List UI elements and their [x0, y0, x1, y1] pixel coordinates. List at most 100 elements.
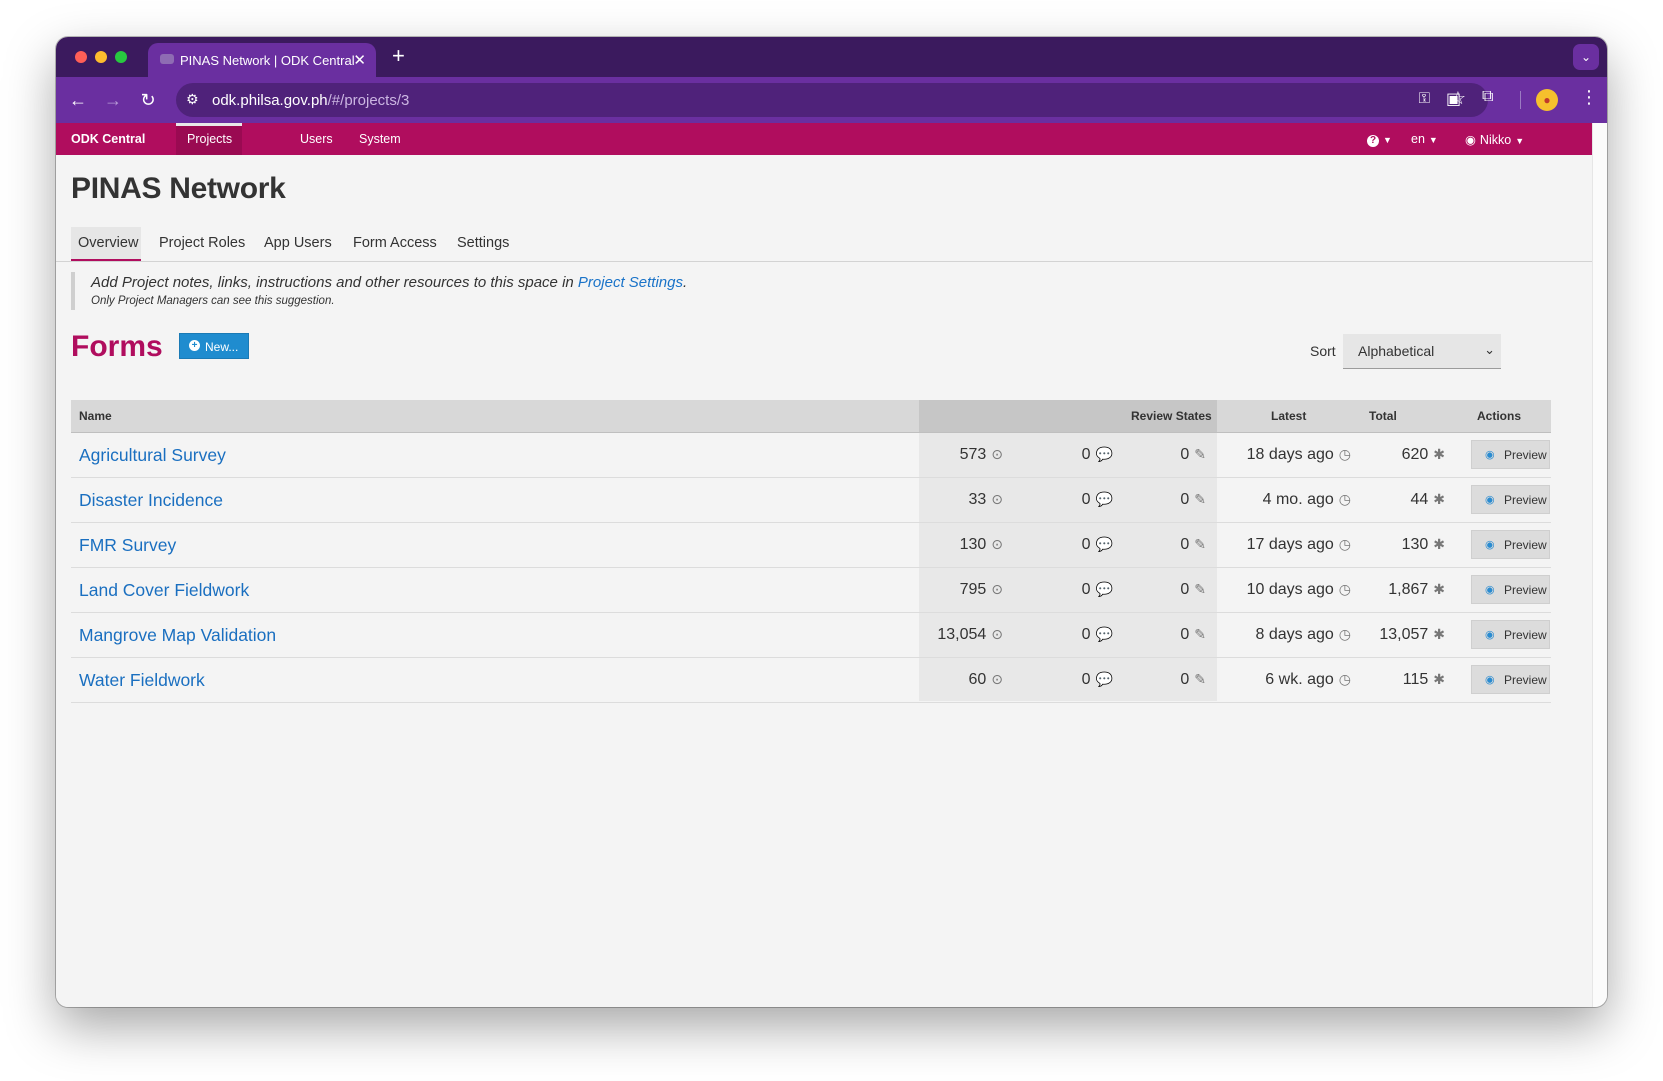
- preview-button[interactable]: ◉ Preview: [1471, 440, 1550, 469]
- form-name-link[interactable]: Disaster Incidence: [79, 490, 223, 511]
- cell-value: 4 mo. ago: [1262, 491, 1334, 508]
- comments-count: 0 💬: [1082, 671, 1113, 689]
- page-scrollbar[interactable]: [1592, 123, 1607, 1007]
- comments-icon: 💬: [1095, 671, 1113, 687]
- reload-icon[interactable]: ↻: [136, 88, 160, 112]
- form-name-link[interactable]: Agricultural Survey: [79, 445, 226, 466]
- language-label: en: [1411, 132, 1425, 146]
- sort-select[interactable]: Alphabetical ⌄: [1343, 334, 1501, 369]
- total-count: 620 ✱: [1402, 446, 1445, 464]
- nav-projects[interactable]: Projects: [176, 123, 242, 155]
- received-count: 33 ⊙: [968, 491, 1003, 509]
- comments-icon: 💬: [1095, 536, 1113, 552]
- tab-form-access[interactable]: Form Access: [345, 227, 440, 259]
- comments-icon: 💬: [1095, 491, 1113, 507]
- key-icon[interactable]: ⚿: [1419, 90, 1430, 107]
- cell-value: 13,057: [1379, 626, 1429, 643]
- eye-icon: ◉: [1485, 584, 1495, 596]
- more-icon[interactable]: ⋮: [1580, 87, 1598, 108]
- pencil-icon: ✎: [1194, 536, 1206, 552]
- user-icon: ◉: [1465, 133, 1476, 147]
- cell-value: 573: [959, 446, 987, 463]
- total-count: 130 ✱: [1402, 536, 1445, 554]
- sort-label: Sort: [1310, 343, 1336, 359]
- col-name: Name: [79, 409, 112, 423]
- close-window-button[interactable]: [75, 51, 87, 63]
- asterisk-icon: ✱: [1433, 536, 1445, 552]
- notes-text-before: Add Project notes, links, instructions a…: [91, 274, 578, 291]
- site-settings-icon[interactable]: ⚙: [186, 91, 199, 108]
- preview-button[interactable]: ◉ Preview: [1471, 665, 1550, 694]
- cell-value: 620: [1401, 446, 1429, 463]
- language-menu[interactable]: en ▼: [1411, 132, 1438, 146]
- comments-count: 0 💬: [1082, 446, 1113, 464]
- forward-icon[interactable]: →: [101, 88, 125, 112]
- tab-app-users[interactable]: App Users: [256, 227, 336, 259]
- back-icon[interactable]: ←: [66, 88, 90, 112]
- tab-close-icon[interactable]: ✕: [353, 51, 366, 69]
- cell-value: 60: [968, 671, 987, 688]
- edited-count: 0 ✎: [1180, 626, 1206, 644]
- table-row: Land Cover Fieldwork 795 ⊙ 0 💬 0 ✎ 10 days …: [71, 568, 1551, 613]
- comments-icon: 💬: [1095, 581, 1113, 597]
- asterisk-icon: ✱: [1433, 581, 1445, 597]
- tab-project-roles[interactable]: Project Roles: [151, 227, 251, 259]
- brand-link[interactable]: ODK Central: [71, 132, 145, 146]
- cell-value: 17 days ago: [1246, 536, 1334, 553]
- new-form-button[interactable]: + New...: [179, 333, 249, 359]
- form-name-link[interactable]: FMR Survey: [79, 535, 176, 556]
- total-count: 44 ✱: [1410, 491, 1445, 509]
- preview-button[interactable]: ◉ Preview: [1471, 530, 1550, 559]
- puzzle-icon[interactable]: ⧉: [1482, 88, 1493, 106]
- table-row: Agricultural Survey 573 ⊙ 0 💬 0 ✎ 18 days a…: [71, 433, 1551, 478]
- form-name-link[interactable]: Mangrove Map Validation: [79, 625, 276, 646]
- form-name-link[interactable]: Land Cover Fieldwork: [79, 580, 249, 601]
- preview-button[interactable]: ◉ Preview: [1471, 575, 1550, 604]
- cell-value: 10 days ago: [1246, 581, 1334, 598]
- tab-strip: PINAS Network | ODK Central ✕ + ⌄: [56, 37, 1607, 77]
- tab-settings[interactable]: Settings: [449, 227, 519, 259]
- chevron-down-icon: ⌄: [1484, 342, 1495, 357]
- eye-icon: ◉: [1485, 674, 1495, 686]
- table-row: Disaster Incidence 33 ⊙ 0 💬 0 ✎ 4 mo. ago ◷ …: [71, 478, 1551, 523]
- preview-button[interactable]: ◉ Preview: [1471, 620, 1550, 649]
- maximize-window-button[interactable]: [115, 51, 127, 63]
- project-settings-link[interactable]: Project Settings: [578, 274, 683, 291]
- received-clock-icon: ⊙: [991, 536, 1003, 552]
- cell-value: 18 days ago: [1246, 446, 1334, 463]
- tab-overview[interactable]: Overview: [71, 227, 141, 262]
- cell-value: 1,867: [1388, 581, 1429, 598]
- nav-users[interactable]: Users: [300, 132, 333, 146]
- tab-title: PINAS Network | ODK Central: [180, 53, 355, 68]
- preview-label: Preview: [1504, 583, 1547, 597]
- project-notes-callout: Add Project notes, links, instructions a…: [71, 272, 987, 310]
- form-name-link[interactable]: Water Fieldwork: [79, 670, 205, 691]
- preview-button[interactable]: ◉ Preview: [1471, 485, 1550, 514]
- address-bar[interactable]: ⚙ odk.philsa.gov.ph/#/projects/3 ⚿ ☆: [176, 83, 1488, 117]
- minimize-window-button[interactable]: [95, 51, 107, 63]
- latest-submission: 10 days ago ◷: [1247, 581, 1351, 599]
- page-content: ODK Central Projects Users System ? ▼ en ▼…: [56, 123, 1592, 1007]
- new-tab-button[interactable]: +: [392, 44, 405, 68]
- extension-icon[interactable]: ▣: [1446, 89, 1461, 109]
- tab-label: Settings: [457, 235, 510, 251]
- preview-label: Preview: [1504, 538, 1547, 552]
- latest-submission: 4 mo. ago ◷: [1263, 491, 1351, 509]
- profile-avatar[interactable]: ●: [1536, 89, 1558, 111]
- user-menu[interactable]: ◉ Nikko ▼: [1465, 132, 1524, 147]
- help-menu[interactable]: ? ▼: [1367, 132, 1392, 147]
- cell-value: 795: [959, 581, 987, 598]
- cell-value: 130: [959, 536, 987, 553]
- pencil-icon: ✎: [1194, 671, 1206, 687]
- cell-value: 0: [1081, 491, 1091, 508]
- latest-submission: 8 days ago ◷: [1256, 626, 1352, 644]
- url-path: /#/projects/3: [327, 92, 410, 109]
- browser-tab[interactable]: PINAS Network | ODK Central ✕: [148, 43, 376, 77]
- nav-system[interactable]: System: [359, 132, 401, 146]
- cell-value: 13,054: [937, 626, 987, 643]
- user-name: Nikko: [1479, 133, 1512, 147]
- received-count: 13,054 ⊙: [937, 626, 1003, 644]
- notes-text: Add Project notes, links, instructions a…: [91, 274, 687, 291]
- tab-search-icon[interactable]: ⌄: [1573, 44, 1599, 70]
- nav-projects-label: Projects: [187, 132, 233, 146]
